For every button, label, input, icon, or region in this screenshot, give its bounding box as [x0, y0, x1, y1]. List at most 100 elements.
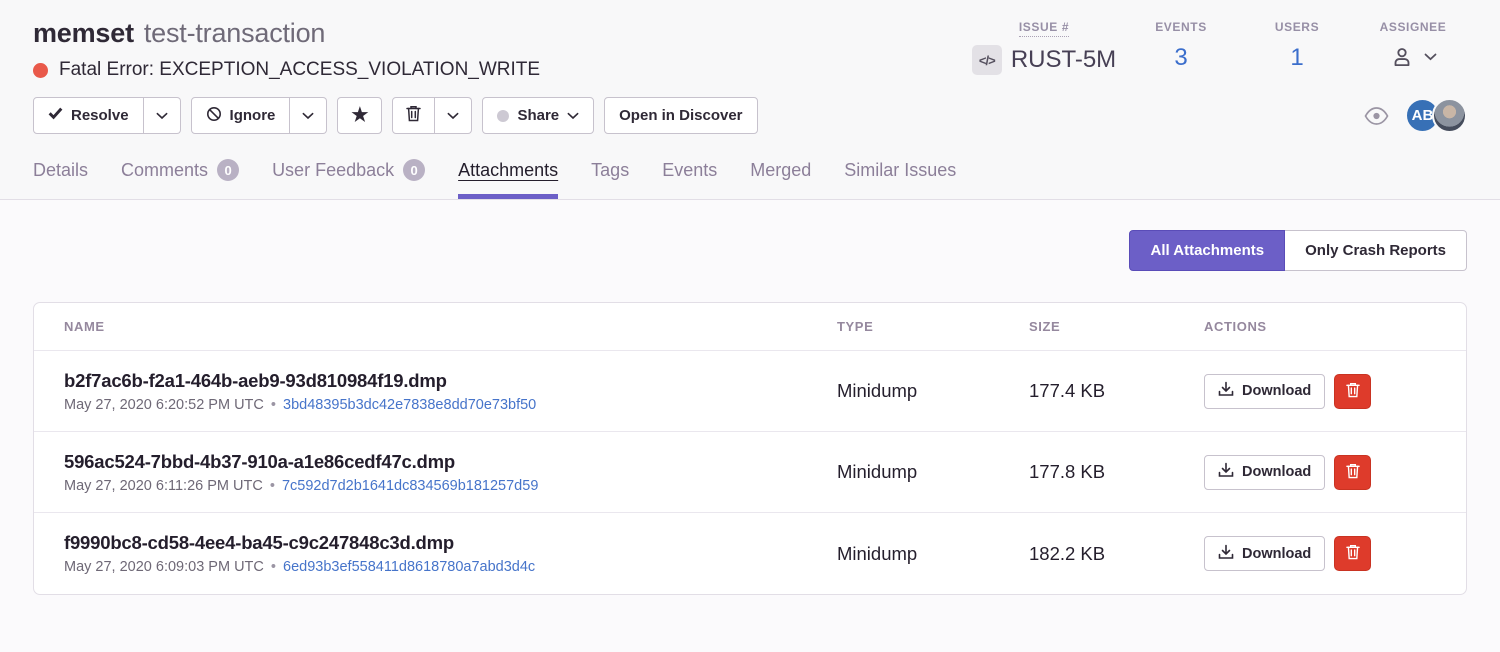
ignore-button[interactable]: Ignore [191, 97, 291, 134]
events-count[interactable]: 3 [1127, 44, 1235, 72]
attachment-type: Minidump [837, 543, 1029, 565]
delete-attachment-button[interactable] [1334, 536, 1371, 571]
attachment-date: May 27, 2020 6:09:03 PM UTC [64, 559, 264, 575]
stat-users: USERS 1 [1243, 18, 1351, 75]
bookmark-star-button[interactable]: ★ [337, 97, 382, 134]
tab-details[interactable]: Details [33, 159, 88, 199]
chevron-down-icon [156, 107, 168, 124]
tab-attachments[interactable]: Attachments [458, 159, 558, 199]
table-header: NAME TYPE SIZE ACTIONS [34, 303, 1466, 351]
mute-icon [206, 106, 222, 126]
trash-icon [1346, 544, 1360, 563]
download-icon [1218, 544, 1234, 564]
chevron-down-icon [302, 107, 314, 124]
download-label: Download [1242, 464, 1311, 480]
trash-icon [1346, 382, 1360, 401]
resolve-label: Resolve [71, 107, 129, 124]
resolve-button[interactable]: Resolve [33, 97, 144, 134]
error-message: Fatal Error: EXCEPTION_ACCESS_VIOLATION_… [59, 59, 540, 81]
download-icon [1218, 381, 1234, 401]
tab-merged[interactable]: Merged [750, 159, 811, 199]
assignee-label: ASSIGNEE [1380, 20, 1447, 36]
issue-stats: ISSUE # </> RUST-5M EVENTS 3 USERS 1 ASS… [969, 18, 1467, 75]
chevron-down-icon [567, 107, 579, 124]
attachment-cell: b2f7ac6b-f2a1-464b-aeb9-93d810984f19.dmp… [64, 370, 837, 413]
attachment-filename: 596ac524-7bbd-4b37-910a-a1e86cedf47c.dmp [64, 451, 837, 473]
download-label: Download [1242, 383, 1311, 399]
issue-title-block: memset test-transaction Fatal Error: EXCE… [33, 18, 540, 81]
attachment-filename: f9990bc8-cd58-4ee4-ba45-c9c247848c3d.dmp [64, 532, 837, 554]
issue-toolbar: Resolve Ignore ★ [33, 97, 1467, 134]
trash-icon [1346, 463, 1360, 482]
tab-comments[interactable]: Comments0 [121, 159, 239, 199]
issue-number-label: ISSUE # [1019, 20, 1069, 37]
attachment-cell: 596ac524-7bbd-4b37-910a-a1e86cedf47c.dmp… [64, 451, 837, 494]
event-id-link[interactable]: 7c592d7d2b1641dc834569b181257d59 [282, 478, 538, 494]
error-level-dot [33, 63, 48, 78]
share-status-dot [497, 110, 509, 122]
table-row: 596ac524-7bbd-4b37-910a-a1e86cedf47c.dmp… [34, 432, 1466, 513]
attachment-type: Minidump [837, 380, 1029, 402]
issue-header: memset test-transaction Fatal Error: EXCE… [0, 0, 1500, 200]
download-button[interactable]: Download [1204, 455, 1325, 490]
subscribe-eye-icon[interactable] [1364, 107, 1389, 125]
assignee-selector[interactable] [1359, 44, 1467, 70]
filter-all-attachments-button[interactable]: All Attachments [1129, 230, 1285, 271]
share-label: Share [517, 107, 559, 124]
chevron-down-icon [1424, 53, 1437, 61]
chevron-down-icon [447, 107, 459, 124]
attachment-type: Minidump [837, 461, 1029, 483]
attachment-cell: f9990bc8-cd58-4ee4-ba45-c9c247848c3d.dmp… [64, 532, 837, 575]
open-in-discover-button[interactable]: Open in Discover [604, 97, 757, 134]
star-icon: ★ [351, 106, 368, 125]
code-icon: </> [972, 45, 1002, 75]
attachments-table: NAME TYPE SIZE ACTIONS b2f7ac6b-f2a1-464… [33, 302, 1467, 595]
attachment-filter: All Attachments Only Crash Reports [33, 230, 1467, 271]
filter-only-crash-reports-button[interactable]: Only Crash Reports [1285, 230, 1467, 271]
event-id-link[interactable]: 3bd48395b3dc42e7838e8dd70e73bf50 [283, 397, 536, 413]
stat-issue-number: ISSUE # </> RUST-5M [969, 18, 1119, 75]
feedback-count-badge: 0 [403, 159, 425, 181]
trash-icon [406, 105, 421, 126]
check-icon [48, 107, 63, 124]
attachment-filename: b2f7ac6b-f2a1-464b-aeb9-93d810984f19.dmp [64, 370, 837, 392]
attachment-date: May 27, 2020 6:20:52 PM UTC [64, 397, 264, 413]
stat-assignee: ASSIGNEE [1359, 18, 1467, 75]
events-label: EVENTS [1155, 20, 1207, 36]
delete-issue-button[interactable] [392, 97, 435, 134]
column-name: NAME [64, 319, 837, 334]
users-count[interactable]: 1 [1243, 44, 1351, 72]
download-icon [1218, 462, 1234, 482]
column-type: TYPE [837, 319, 1029, 334]
ignore-label: Ignore [230, 107, 276, 124]
delete-attachment-button[interactable] [1334, 455, 1371, 490]
stat-events: EVENTS 3 [1127, 18, 1235, 75]
download-button[interactable]: Download [1204, 374, 1325, 409]
comments-count-badge: 0 [217, 159, 239, 181]
delete-dropdown-button[interactable] [435, 97, 472, 134]
download-label: Download [1242, 546, 1311, 562]
attachments-panel: All Attachments Only Crash Reports NAME … [0, 200, 1500, 595]
users-label: USERS [1275, 20, 1319, 36]
issue-tabs: Details Comments0 User Feedback0 Attachm… [33, 159, 1467, 199]
participant-avatar-photo[interactable] [1432, 98, 1467, 133]
page-title: memset test-transaction [33, 18, 540, 49]
tab-events[interactable]: Events [662, 159, 717, 199]
download-button[interactable]: Download [1204, 536, 1325, 571]
tab-tags[interactable]: Tags [591, 159, 629, 199]
transaction-name: test-transaction [144, 18, 325, 48]
attachment-size: 182.2 KB [1029, 543, 1204, 565]
culprit-function: memset [33, 18, 134, 48]
tab-similar-issues[interactable]: Similar Issues [844, 159, 956, 199]
resolve-dropdown-button[interactable] [144, 97, 181, 134]
ignore-dropdown-button[interactable] [290, 97, 327, 134]
issue-short-id: RUST-5M [1011, 46, 1116, 74]
attachment-date: May 27, 2020 6:11:26 PM UTC [64, 478, 263, 494]
attachment-size: 177.4 KB [1029, 380, 1204, 402]
event-id-link[interactable]: 6ed93b3ef558411d8618780a7abd3d4c [283, 559, 535, 575]
table-row: f9990bc8-cd58-4ee4-ba45-c9c247848c3d.dmp… [34, 513, 1466, 594]
tab-user-feedback[interactable]: User Feedback0 [272, 159, 425, 199]
share-button[interactable]: Share [482, 97, 594, 134]
delete-attachment-button[interactable] [1334, 374, 1371, 409]
table-row: b2f7ac6b-f2a1-464b-aeb9-93d810984f19.dmp… [34, 351, 1466, 432]
